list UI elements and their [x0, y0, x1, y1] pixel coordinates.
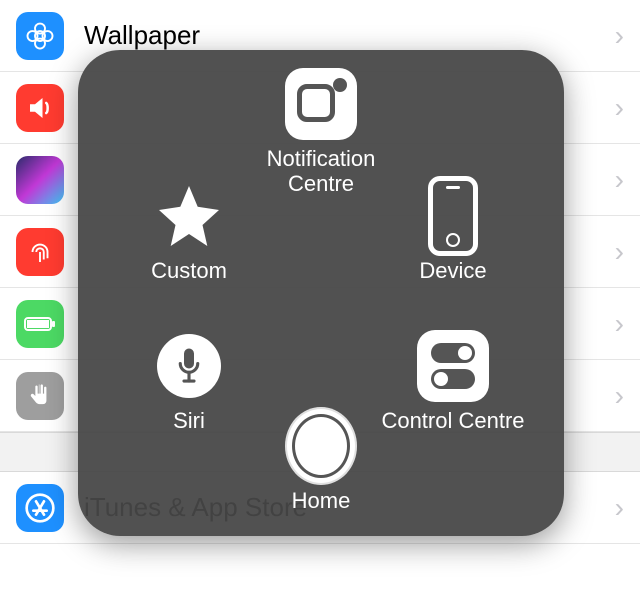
sounds-icon — [16, 84, 64, 132]
battery-icon — [16, 300, 64, 348]
home-button-icon — [285, 410, 357, 482]
siri-mic-icon — [153, 330, 225, 402]
chevron-right-icon: › — [615, 492, 624, 524]
control-centre-icon — [417, 330, 489, 402]
device-icon — [417, 180, 489, 252]
notification-centre-icon — [285, 68, 357, 140]
assistive-item-label: Home — [292, 488, 351, 513]
assistive-item-label: Siri — [173, 408, 205, 433]
assistivetouch-panel: Notification Centre Custom Device Siri — [78, 50, 564, 536]
assistive-item-label: Control Centre — [381, 408, 524, 433]
assistive-item-label: Custom — [151, 258, 227, 283]
siri-icon — [16, 156, 64, 204]
assistive-item-siri[interactable]: Siri — [114, 330, 264, 433]
assistive-item-label: Notification Centre — [246, 146, 396, 197]
chevron-right-icon: › — [615, 92, 624, 124]
privacy-icon — [16, 372, 64, 420]
assistive-item-control-centre[interactable]: Control Centre — [378, 330, 528, 433]
chevron-right-icon: › — [615, 164, 624, 196]
star-icon — [153, 180, 225, 252]
chevron-right-icon: › — [615, 380, 624, 412]
appstore-icon — [16, 484, 64, 532]
assistive-item-notification-centre[interactable]: Notification Centre — [246, 68, 396, 197]
settings-row-label: Wallpaper — [84, 20, 615, 51]
touchid-icon — [16, 228, 64, 276]
chevron-right-icon: › — [615, 308, 624, 340]
chevron-right-icon: › — [615, 236, 624, 268]
assistive-item-custom[interactable]: Custom — [114, 180, 264, 283]
assistive-item-home[interactable]: Home — [246, 410, 396, 513]
assistive-item-label: Device — [419, 258, 486, 283]
wallpaper-icon — [16, 12, 64, 60]
chevron-right-icon: › — [615, 20, 624, 52]
assistive-item-device[interactable]: Device — [378, 180, 528, 283]
